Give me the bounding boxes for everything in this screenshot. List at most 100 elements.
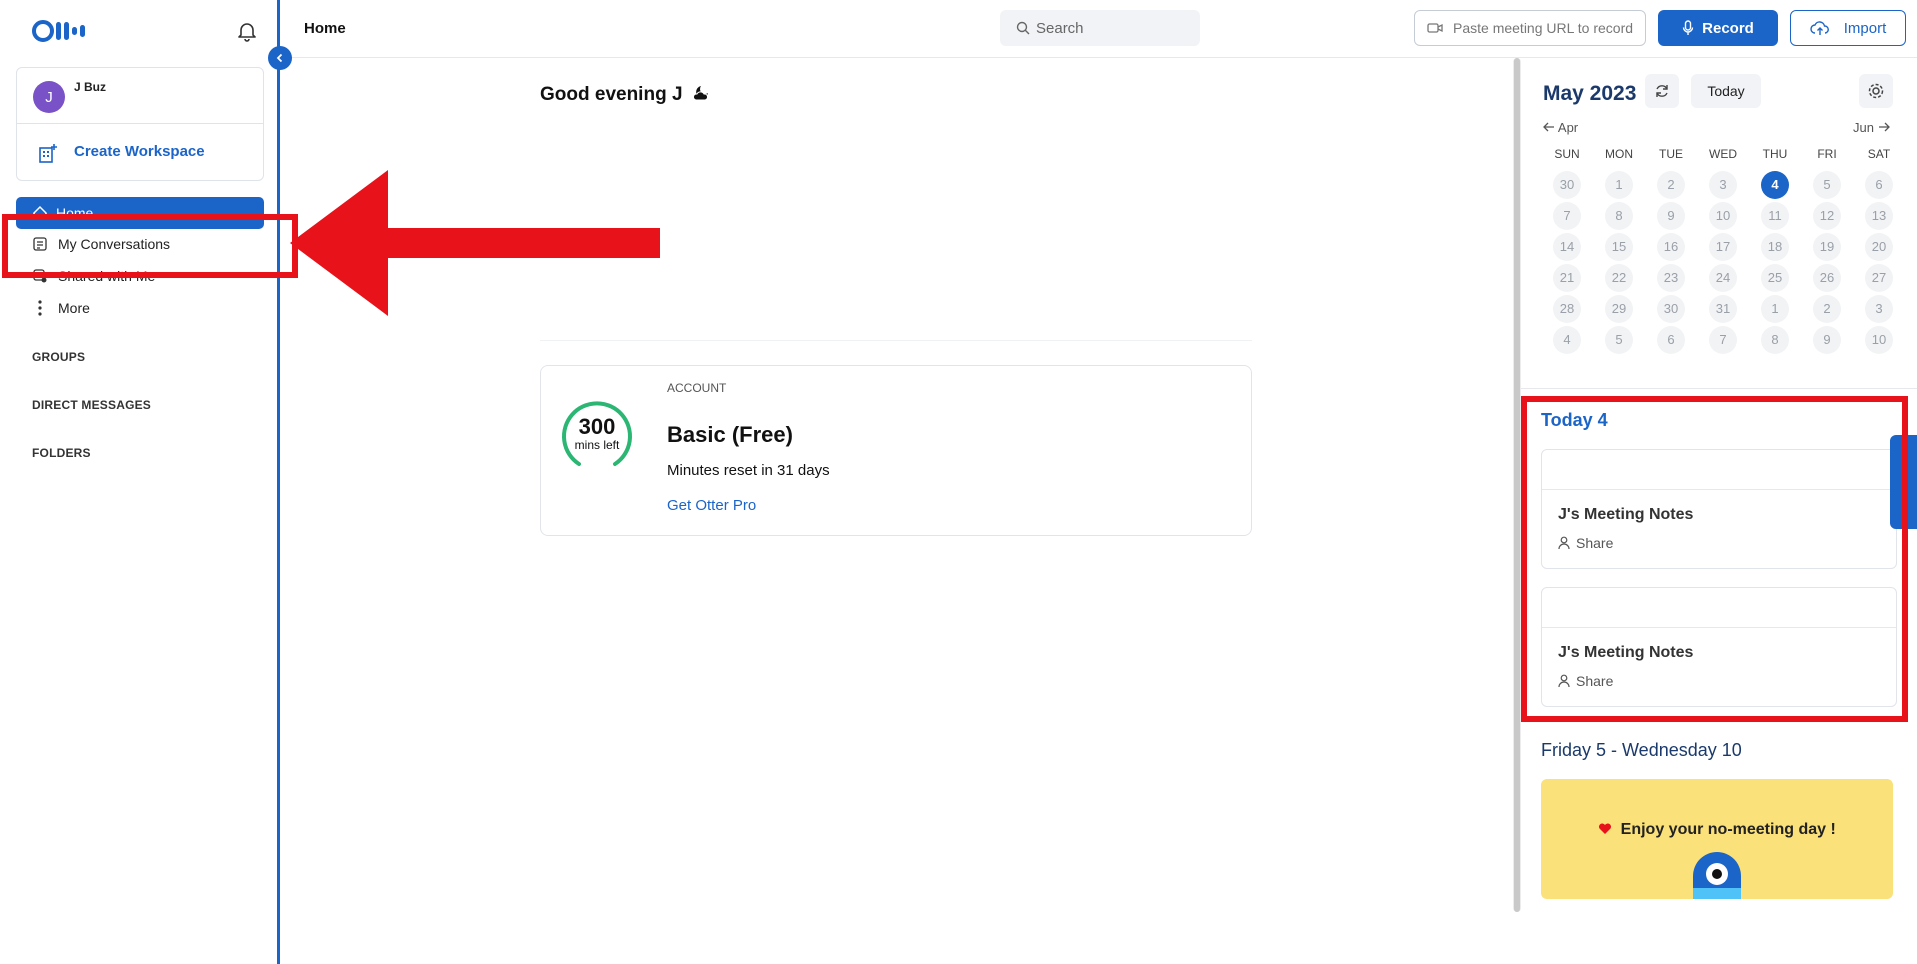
calendar-day[interactable]: 1 [1761,294,1789,323]
share-label: Share [1576,673,1614,689]
get-otter-pro-link[interactable]: Get Otter Pro [667,497,756,514]
calendar-day[interactable]: 14 [1553,232,1581,261]
arrow-right-icon [1878,122,1890,132]
user-card: J J Buz Create Workspace [16,67,264,181]
calendar-day[interactable]: 6 [1865,170,1893,199]
minutes-left-label: mins left [574,438,620,452]
person-icon [1558,674,1570,688]
more-vertical-icon [32,300,48,316]
otter-mascot-icon [1693,852,1741,899]
section-groups[interactable]: GROUPS [32,350,85,364]
divider [540,340,1252,341]
calendar-day[interactable]: 21 [1553,263,1581,292]
calendar-day[interactable]: 30 [1553,170,1581,199]
next-month-button[interactable]: Jun [1853,120,1890,135]
calendar-day[interactable]: 15 [1605,232,1633,261]
calendar-day[interactable]: 31 [1709,294,1737,323]
meeting-title: J's Meeting Notes [1558,644,1694,661]
calendar-day[interactable]: 2 [1813,294,1841,323]
user-profile-row[interactable]: J J Buz [17,68,263,124]
calendar-week: 4 5 6 7 8 9 10 [1541,324,1905,355]
account-card: 300 mins left ACCOUNT Basic (Free) Minut… [540,365,1252,536]
calendar-day[interactable]: 25 [1761,263,1789,292]
import-button[interactable]: Import [1790,10,1906,46]
collapse-sidebar-button[interactable] [268,46,292,70]
weekday-label: THU [1762,146,1788,161]
calendar-day[interactable]: 3 [1709,170,1737,199]
notification-bell-icon[interactable] [236,20,258,42]
calendar-day[interactable]: 10 [1865,325,1893,354]
calendar-day[interactable]: 12 [1813,201,1841,230]
otter-logo[interactable] [32,20,92,42]
sidebar-item-conversations[interactable]: My Conversations [16,229,264,259]
today-heading: Today 4 [1541,410,1608,430]
import-label: Import [1843,19,1887,37]
today-button[interactable]: Today [1691,74,1761,108]
calendar-day[interactable]: 6 [1657,325,1685,354]
calendar-day[interactable]: 22 [1605,263,1633,292]
calendar-day[interactable]: 30 [1657,294,1685,323]
search-input[interactable]: Search [1000,10,1200,46]
calendar-grid: SUN MON TUE WED THU FRI SAT 30 1 2 3 4 5… [1541,138,1905,355]
calendar-day[interactable]: 1 [1605,170,1633,199]
meeting-card[interactable]: J's Meeting Notes Share [1541,449,1897,569]
section-direct-messages[interactable]: DIRECT MESSAGES [32,398,151,412]
section-folders[interactable]: FOLDERS [32,446,91,460]
calendar-day[interactable]: 5 [1605,325,1633,354]
share-button[interactable]: Share [1558,673,1613,689]
scrollbar-thumb[interactable] [1514,58,1520,912]
calendar-day[interactable]: 3 [1865,294,1893,323]
calendar-day[interactable]: 8 [1605,201,1633,230]
avatar[interactable]: J [33,81,65,113]
calendar-day[interactable]: 24 [1709,263,1737,292]
calendar-day[interactable]: 20 [1865,232,1893,261]
calendar-day[interactable]: 4 [1553,325,1581,354]
annotation-arrow-icon [290,170,660,316]
sidebar-item-home[interactable]: Home [16,197,264,229]
meeting-card[interactable]: J's Meeting Notes Share [1541,587,1897,707]
calendar-day[interactable]: 2 [1657,170,1685,199]
calendar-day[interactable]: 8 [1761,325,1789,354]
sidebar-header [0,0,277,62]
calendar-day[interactable]: 9 [1813,325,1841,354]
calendar-day[interactable]: 17 [1709,232,1737,261]
home-icon [33,205,47,220]
calendar-day[interactable]: 18 [1761,232,1789,261]
create-workspace-button[interactable]: Create Workspace [17,124,263,181]
document-icon [32,236,48,252]
calendar-day[interactable]: 11 [1761,201,1789,230]
meeting-url-input[interactable]: Paste meeting URL to record [1414,10,1646,46]
weekday-label: FRI [1817,146,1837,161]
sidebar-item-label: My Conversations [58,236,171,252]
feedback-tab[interactable] [1890,435,1917,529]
calendar-day[interactable]: 29 [1605,294,1633,323]
calendar-week: 28 29 30 31 1 2 3 [1541,293,1905,324]
refresh-button[interactable] [1645,74,1679,108]
calendar-day[interactable]: 10 [1709,201,1737,230]
main-scrollbar[interactable] [1513,58,1521,912]
calendar-day[interactable]: 13 [1865,201,1893,230]
share-button[interactable]: Share [1558,535,1613,551]
greeting-text: Good evening J [540,84,683,105]
prev-month-button[interactable]: Apr [1543,120,1578,135]
calendar-day[interactable]: 19 [1813,232,1841,261]
next-month-label: Jun [1853,120,1874,135]
calendar-day[interactable]: 9 [1657,201,1685,230]
calendar-day[interactable]: 7 [1709,325,1737,354]
sidebar-item-shared[interactable]: Shared with Me [16,261,264,291]
no-meeting-card: Enjoy your no-meeting day ! [1541,779,1893,899]
calendar-day[interactable]: 27 [1865,263,1893,292]
weekday-label: SUN [1554,146,1580,161]
calendar-day[interactable]: 28 [1553,294,1581,323]
calendar-day[interactable]: 23 [1657,263,1685,292]
calendar-day[interactable]: 26 [1813,263,1841,292]
calendar-day-selected[interactable]: 4 [1761,170,1789,199]
sidebar-item-more[interactable]: More [16,293,264,323]
weekday-label: TUE [1659,146,1683,161]
calendar-day[interactable]: 7 [1553,201,1581,230]
calendar-settings-button[interactable] [1859,74,1893,108]
calendar-day[interactable]: 5 [1813,170,1841,199]
calendar-day[interactable]: 16 [1657,232,1685,261]
weekday-header: SUN MON TUE WED THU FRI SAT [1541,138,1905,169]
record-button[interactable]: Record [1658,10,1778,46]
